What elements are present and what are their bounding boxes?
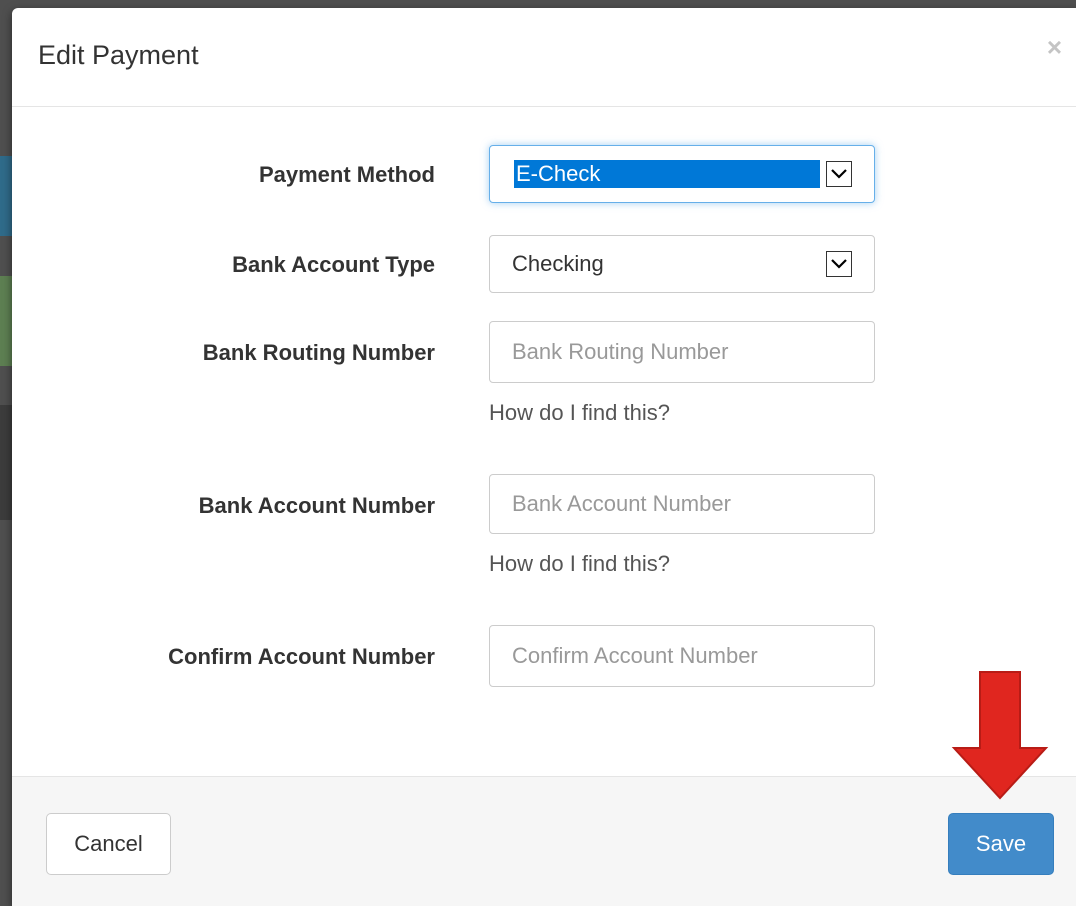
routing-number-label: Bank Routing Number (202, 340, 435, 365)
save-button[interactable]: Save (948, 813, 1054, 875)
modal-header: Edit Payment × (12, 8, 1076, 107)
account-type-select[interactable]: Checking (489, 235, 875, 293)
account-number-label: Bank Account Number (198, 493, 435, 518)
modal-footer: Cancel Save (12, 776, 1076, 906)
close-icon[interactable]: × (1047, 34, 1062, 60)
background-panel-blue (0, 156, 12, 236)
routing-number-help-link[interactable]: How do I find this? (489, 400, 670, 426)
routing-number-input[interactable] (490, 322, 874, 382)
confirm-account-input[interactable] (490, 626, 874, 686)
payment-method-select[interactable]: E-Check (489, 145, 875, 203)
routing-number-field (489, 321, 875, 383)
cancel-button[interactable]: Cancel (46, 813, 171, 875)
payment-method-label: Payment Method (258, 162, 435, 187)
account-number-input[interactable] (490, 475, 874, 533)
modal-title: Edit Payment (38, 40, 199, 70)
chevron-down-icon[interactable] (826, 161, 852, 187)
chevron-down-icon[interactable] (826, 251, 852, 277)
account-type-value: Checking (512, 251, 604, 276)
background-panel-dark (0, 405, 12, 520)
account-number-field (489, 474, 875, 534)
down-arrow-icon (951, 671, 1049, 800)
confirm-account-label: Confirm Account Number (168, 644, 435, 669)
account-number-help-link[interactable]: How do I find this? (489, 551, 670, 577)
edit-payment-modal: Edit Payment × Payment Method E-Check Ba… (12, 8, 1076, 906)
payment-method-value: E-Check (514, 160, 820, 188)
confirm-account-field (489, 625, 875, 687)
background-panel-green (0, 276, 12, 366)
account-type-label: Bank Account Type (232, 252, 435, 277)
